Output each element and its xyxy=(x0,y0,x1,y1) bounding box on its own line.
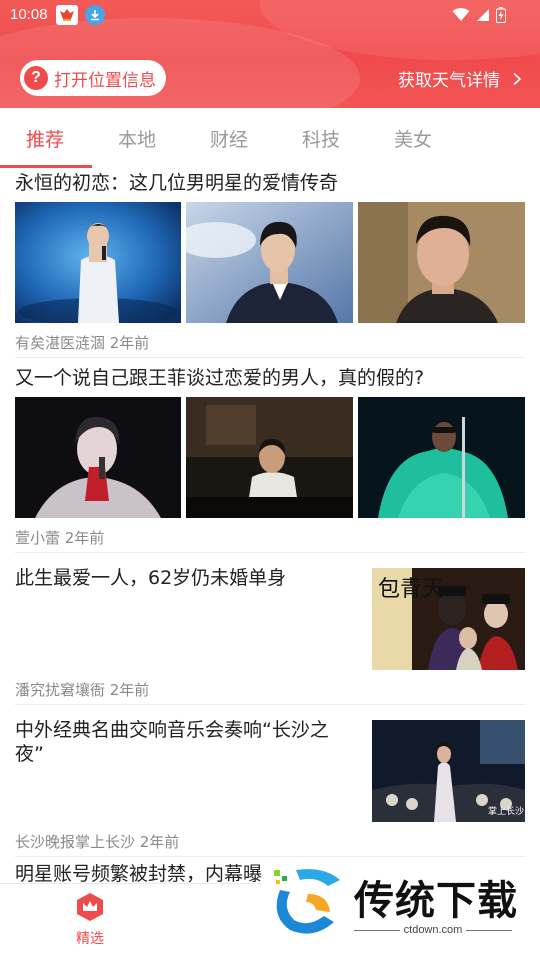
news-source-time: 萱小蕾 2年前 xyxy=(15,529,105,547)
watermark-url: ctdown.com xyxy=(403,924,463,936)
news-thumbnail[interactable]: 掌上长沙 xyxy=(372,720,525,822)
news-thumbnail[interactable]: 包青天 xyxy=(372,568,525,670)
signal-icon xyxy=(477,9,489,21)
weather-details-link[interactable]: 获取天气详情 xyxy=(398,66,522,91)
news-thumbnail[interactable] xyxy=(15,397,181,518)
divider xyxy=(15,357,525,358)
tab-beauty[interactable]: 美女 xyxy=(394,125,432,152)
open-location-label: 打开位置信息 xyxy=(54,70,156,91)
status-indicators xyxy=(452,7,506,23)
open-location-button[interactable]: ? 打开位置信息 xyxy=(20,60,166,96)
divider xyxy=(15,552,525,553)
active-tab-indicator xyxy=(0,165,92,168)
divider xyxy=(15,856,525,857)
watermark-logo-icon xyxy=(274,869,340,934)
news-title[interactable]: 明星账号频繁被封禁，内幕曝 xyxy=(15,862,262,886)
news-title[interactable]: 又一个说自己跟王菲谈过恋爱的男人，真的假的? xyxy=(15,366,424,390)
thumbnail-text: 掌上长沙 xyxy=(488,805,524,817)
news-thumbnail[interactable] xyxy=(186,397,353,518)
battery-icon xyxy=(496,7,506,23)
status-bar: 10:08 xyxy=(0,0,540,32)
nav-item-label: 精选 xyxy=(76,931,104,947)
news-thumbnail[interactable] xyxy=(15,202,181,323)
news-title[interactable]: 中外经典名曲交响音乐会奏响“长沙之 xyxy=(15,718,329,742)
divider xyxy=(15,704,525,705)
app-notification-icon xyxy=(56,5,78,25)
news-thumbnail[interactable] xyxy=(186,202,353,323)
news-title[interactable]: 永恒的初恋：这几位男明星的爱情传奇 xyxy=(15,171,338,195)
thumbnail-text: 包青天 xyxy=(378,577,444,602)
wifi-icon xyxy=(452,8,470,21)
tab-finance[interactable]: 财经 xyxy=(210,125,248,152)
news-source-time: 有矣湛医涟涸 2年前 xyxy=(15,334,150,352)
nav-item-featured[interactable]: 精选 xyxy=(60,892,120,948)
watermark: 传统下载 ctdown.com xyxy=(262,858,540,960)
tab-tech[interactable]: 科技 xyxy=(302,125,340,152)
question-icon: ? xyxy=(24,66,48,90)
news-source-time: 潘究扰窘壤衙 2年前 xyxy=(15,681,150,699)
status-time: 10:08 xyxy=(10,6,48,23)
tab-local[interactable]: 本地 xyxy=(118,125,156,152)
news-title-continued[interactable]: 夜” xyxy=(15,742,44,766)
news-source-time: 长沙晚报掌上长沙 2年前 xyxy=(15,833,180,851)
weather-details-label: 获取天气详情 xyxy=(398,71,500,91)
news-title[interactable]: 此生最爱一人，62岁仍未婚单身 xyxy=(15,566,286,590)
watermark-text: 传统下载 xyxy=(354,878,518,924)
chevron-right-icon xyxy=(513,72,522,85)
header: 10:08 ? 打开位置信息 获取天气详情 xyxy=(0,0,540,108)
news-thumbnail[interactable] xyxy=(358,397,525,518)
tab-recommend[interactable]: 推荐 xyxy=(26,125,64,152)
crown-icon xyxy=(77,893,103,921)
news-thumbnail[interactable] xyxy=(358,202,525,323)
category-tabs: 推荐 本地 财经 科技 美女 xyxy=(0,108,540,168)
download-notification-icon xyxy=(85,5,105,25)
